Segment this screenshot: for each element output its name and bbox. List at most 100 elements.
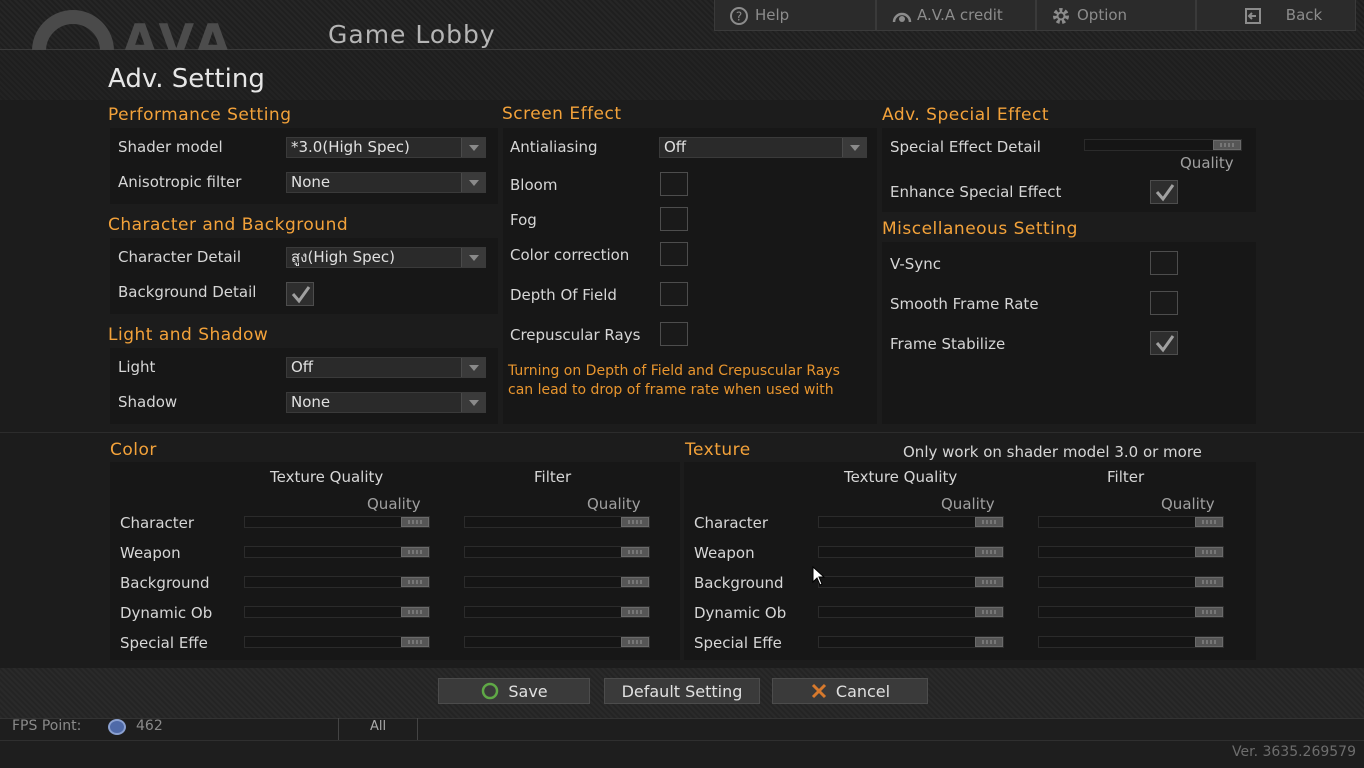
slider-thumb[interactable] (621, 517, 649, 527)
cancel-button[interactable]: Cancel (772, 678, 928, 704)
chevron-down-icon[interactable] (461, 393, 485, 412)
char-detail-label: Character Detail (118, 248, 242, 266)
texture-filter-slider[interactable] (1038, 546, 1224, 558)
color-correction-checkbox[interactable] (660, 242, 688, 266)
color-filter-slider[interactable] (464, 636, 650, 648)
bg-detail-checkbox[interactable] (286, 282, 314, 306)
dof-checkbox[interactable] (660, 282, 688, 306)
texture-row-label: Background (694, 574, 784, 592)
tab-all[interactable]: All (338, 718, 418, 740)
color-filter-slider[interactable] (464, 606, 650, 618)
slider-thumb[interactable] (621, 577, 649, 587)
special-detail-slider[interactable] (1084, 139, 1242, 151)
light-shadow-heading: Light and Shadow (108, 325, 269, 345)
logo-text: AVA (122, 14, 235, 50)
save-button[interactable]: Save (438, 678, 590, 704)
slider-thumb[interactable] (975, 607, 1003, 617)
char-detail-dropdown[interactable]: สูง(High Spec) (286, 247, 486, 268)
back-button[interactable]: Back (1196, 0, 1356, 31)
character-bg-heading: Character and Background (108, 215, 349, 235)
color-row-label: Background (120, 574, 210, 592)
slider-thumb[interactable] (401, 637, 429, 647)
texture-filter-slider[interactable] (1038, 516, 1224, 528)
texture-texture-quality-slider[interactable] (818, 576, 1004, 588)
antialiasing-dropdown[interactable]: Off (659, 137, 867, 158)
shader-model-value: *3.0(High Spec) (291, 138, 410, 156)
texture-filter-slider[interactable] (1038, 606, 1224, 618)
color-filter-slider[interactable] (464, 576, 650, 588)
ava-credit-button[interactable]: A.V.A credit (876, 0, 1036, 31)
slider-thumb[interactable] (401, 577, 429, 587)
color-texture-quality-header: Texture Quality (270, 468, 384, 486)
slider-thumb[interactable] (975, 577, 1003, 587)
bloom-checkbox[interactable] (660, 172, 688, 196)
color-filter-slider[interactable] (464, 516, 650, 528)
aniso-dropdown[interactable]: None (286, 172, 486, 193)
shadow-label: Shadow (118, 393, 178, 411)
back-icon (1243, 6, 1263, 26)
slider-thumb[interactable] (1195, 607, 1223, 617)
chevron-down-icon[interactable] (461, 173, 485, 192)
shader-model-label: Shader model (118, 138, 223, 156)
slider-thumb[interactable] (975, 547, 1003, 557)
chevron-down-icon[interactable] (461, 138, 485, 157)
texture-row-label: Character (694, 514, 769, 532)
color-texture-quality-slider[interactable] (244, 546, 430, 558)
help-button[interactable]: ? Help (714, 0, 876, 31)
texture-filter-slider[interactable] (1038, 636, 1224, 648)
shadow-dropdown[interactable]: None (286, 392, 486, 413)
chevron-down-icon[interactable] (842, 138, 866, 157)
slider-thumb[interactable] (401, 547, 429, 557)
slider-thumb[interactable] (1213, 140, 1241, 150)
fog-checkbox[interactable] (660, 207, 688, 231)
slider-thumb[interactable] (621, 547, 649, 557)
slider-thumb[interactable] (401, 517, 429, 527)
status-divider (0, 740, 1364, 741)
shader-model-dropdown[interactable]: *3.0(High Spec) (286, 137, 486, 158)
color-filter-slider[interactable] (464, 546, 650, 558)
color-texture-quality-slider[interactable] (244, 636, 430, 648)
chevron-down-icon[interactable] (461, 248, 485, 267)
option-button[interactable]: Option (1036, 0, 1196, 31)
texture-texture-quality-slider[interactable] (818, 636, 1004, 648)
vsync-checkbox[interactable] (1150, 251, 1178, 275)
frame-stabilize-checkbox[interactable] (1150, 331, 1178, 355)
smooth-frame-checkbox[interactable] (1150, 291, 1178, 315)
enhance-special-checkbox[interactable] (1150, 180, 1178, 204)
color-quality-label-2: Quality (587, 495, 641, 513)
antialiasing-value: Off (664, 138, 687, 156)
slider-thumb[interactable] (621, 607, 649, 617)
color-texture-quality-slider[interactable] (244, 606, 430, 618)
slider-thumb[interactable] (975, 517, 1003, 527)
color-texture-quality-slider[interactable] (244, 516, 430, 528)
cancel-label: Cancel (835, 681, 891, 701)
slider-thumb[interactable] (1195, 577, 1223, 587)
slider-thumb[interactable] (975, 637, 1003, 647)
texture-texture-quality-slider[interactable] (818, 516, 1004, 528)
light-dropdown[interactable]: Off (286, 357, 486, 378)
crepuscular-checkbox[interactable] (660, 322, 688, 346)
performance-warning: Turning on Depth of Field and Crepuscula… (508, 362, 874, 400)
light-label: Light (118, 358, 156, 376)
color-filter-header: Filter (534, 468, 572, 486)
checkmark-icon (291, 286, 311, 304)
save-label: Save (508, 681, 548, 701)
color-heading: Color (110, 440, 157, 460)
option-label: Option (1077, 6, 1128, 24)
version-text: Ver. 3635.269579 (1232, 744, 1356, 760)
texture-texture-quality-slider[interactable] (818, 546, 1004, 558)
slider-thumb[interactable] (1195, 547, 1223, 557)
texture-filter-slider[interactable] (1038, 576, 1224, 588)
page-title: Adv. Setting (108, 64, 265, 94)
default-setting-button[interactable]: Default Setting (604, 678, 760, 704)
chevron-down-icon[interactable] (461, 358, 485, 377)
color-texture-quality-slider[interactable] (244, 576, 430, 588)
credit-icon (891, 6, 912, 26)
slider-thumb[interactable] (621, 637, 649, 647)
screen-effect-heading: Screen Effect (502, 104, 622, 124)
dof-label: Depth Of Field (510, 286, 617, 304)
slider-thumb[interactable] (1195, 637, 1223, 647)
slider-thumb[interactable] (1195, 517, 1223, 527)
texture-texture-quality-slider[interactable] (818, 606, 1004, 618)
slider-thumb[interactable] (401, 607, 429, 617)
